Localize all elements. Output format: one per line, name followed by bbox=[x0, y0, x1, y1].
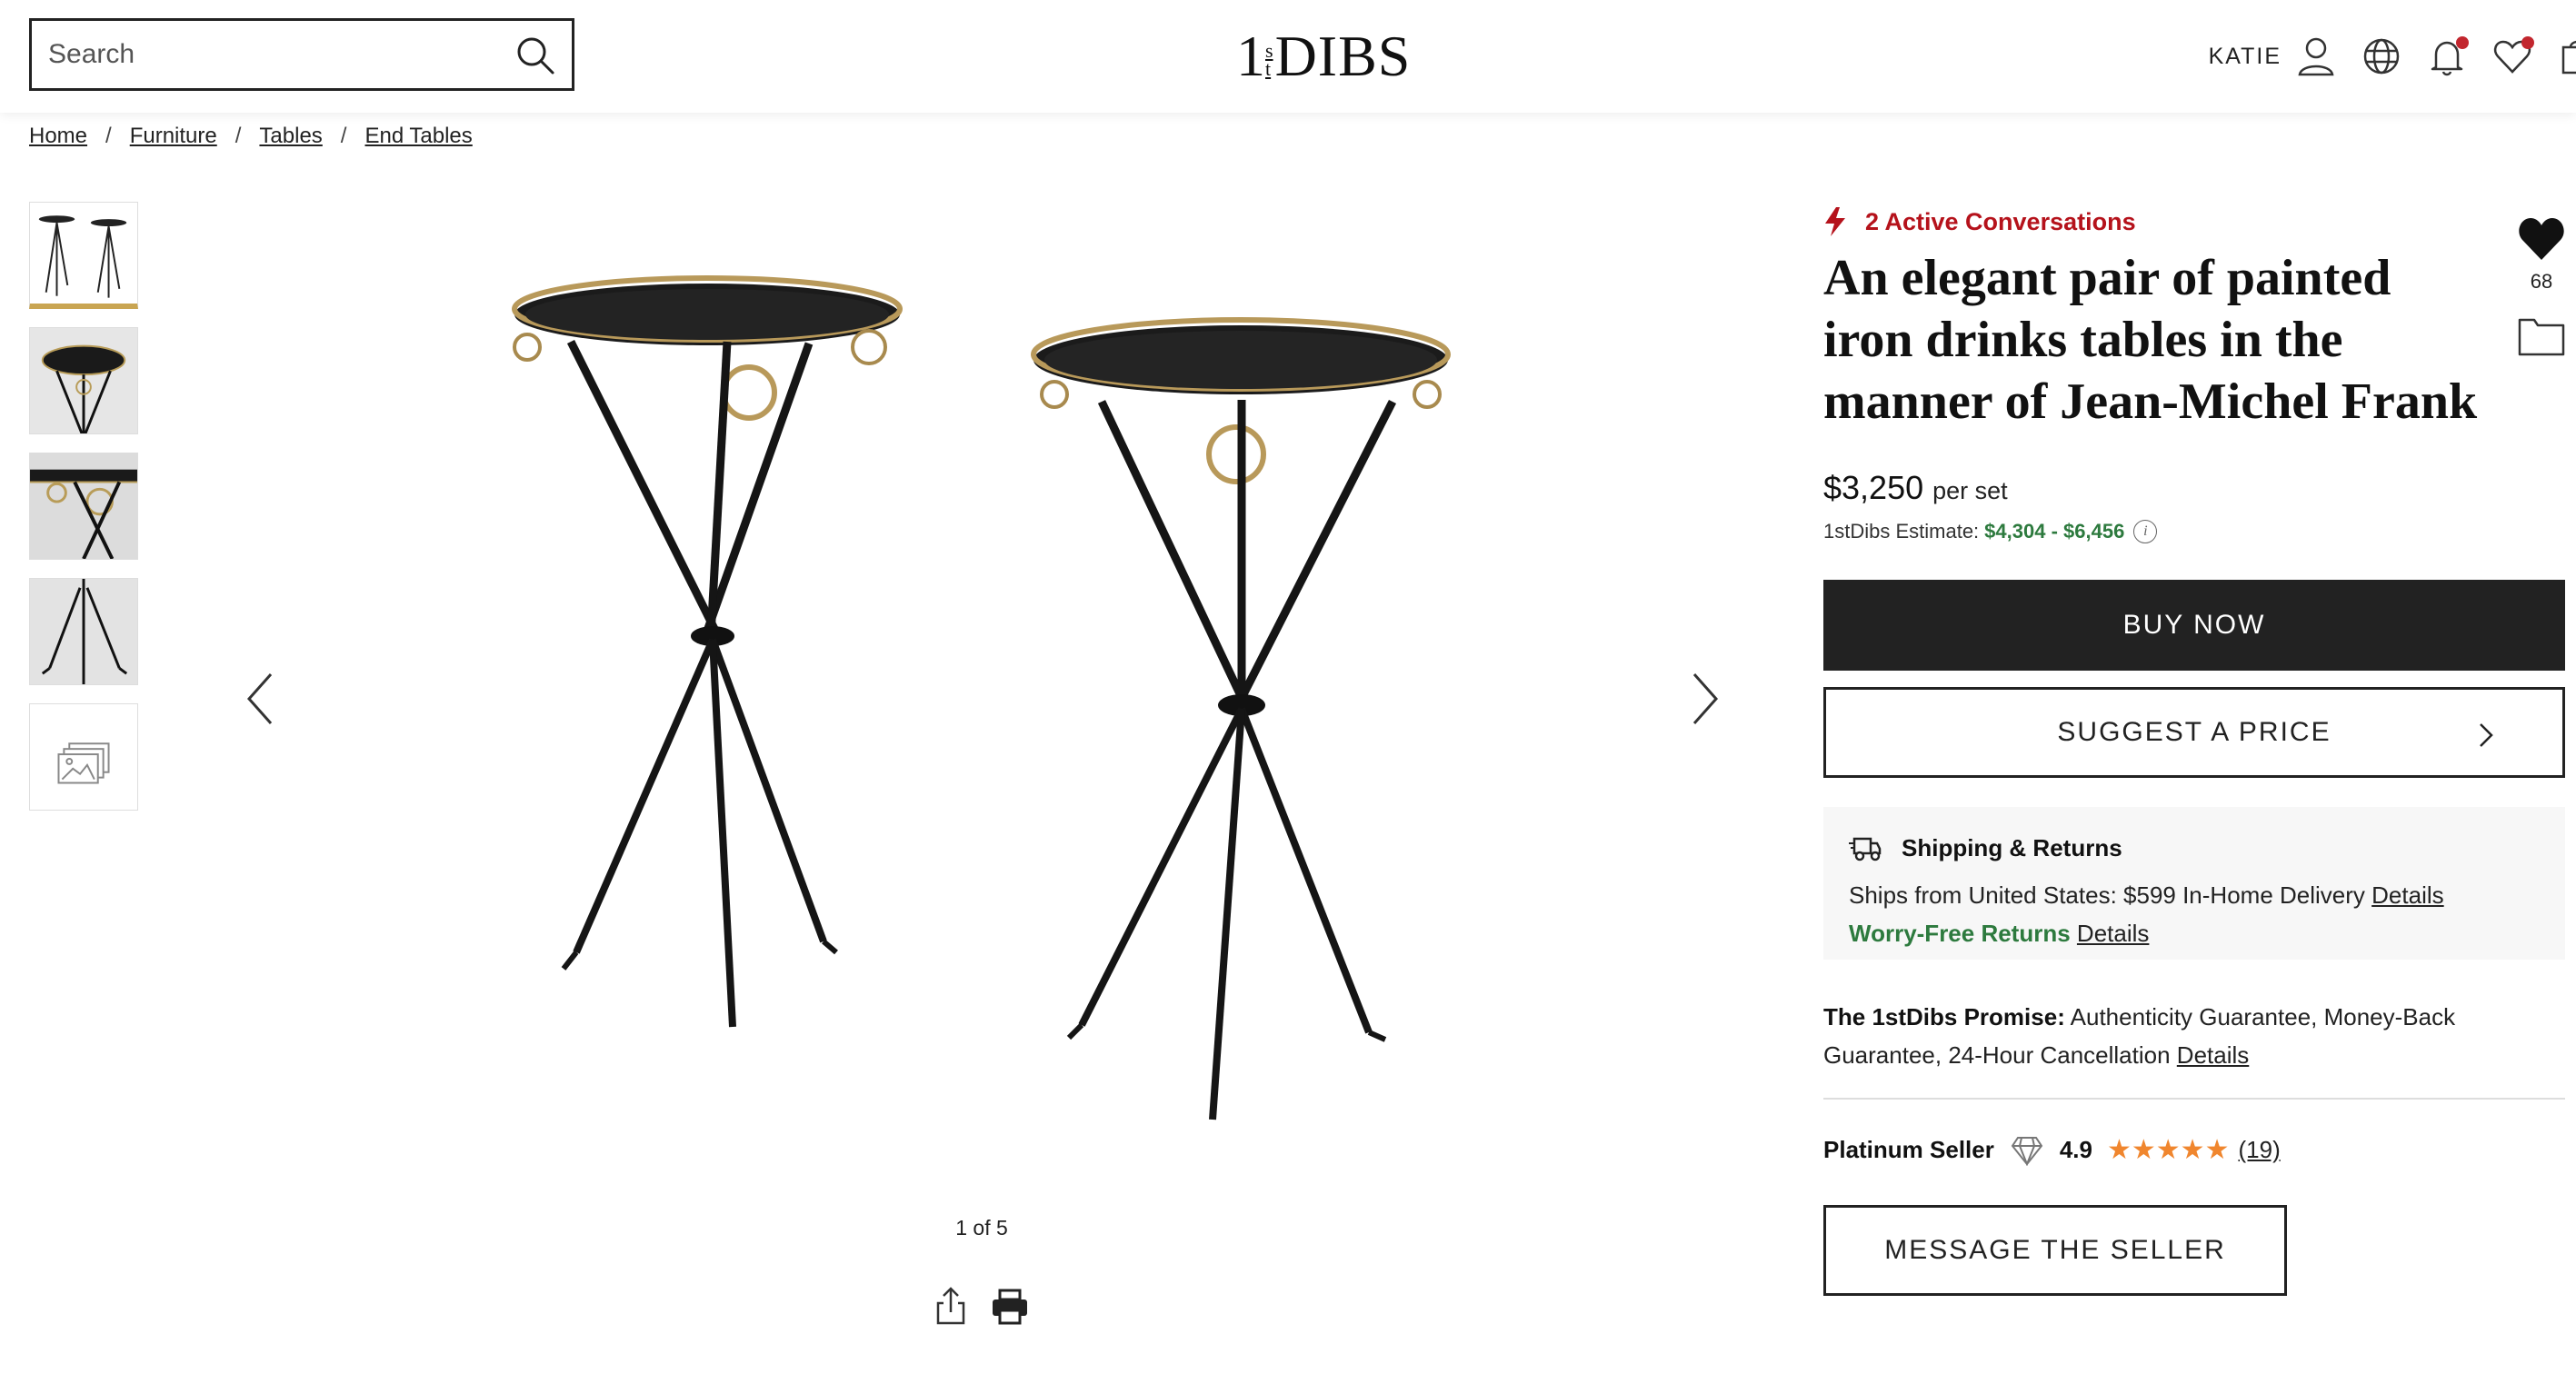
image-gallery-icon bbox=[57, 742, 110, 784]
promise-details-link[interactable]: Details bbox=[2177, 1041, 2249, 1069]
price-estimate: 1stDibs Estimate: $4,304 - $6,456 i bbox=[1823, 520, 2158, 543]
right-table-illustration bbox=[1031, 317, 1451, 1120]
reviews-link[interactable]: (19) bbox=[2238, 1136, 2280, 1164]
breadcrumb-separator: / bbox=[105, 124, 112, 148]
promise-label: The 1stDibs Promise: bbox=[1823, 1003, 2065, 1030]
breadcrumb-end-tables[interactable]: End Tables bbox=[364, 124, 472, 149]
favorites-dot bbox=[2521, 36, 2534, 49]
globe-icon[interactable] bbox=[2360, 35, 2403, 78]
diamond-icon bbox=[2011, 1136, 2043, 1166]
info-icon[interactable]: i bbox=[2133, 520, 2158, 543]
breadcrumb-separator: / bbox=[235, 124, 242, 148]
seller-tier: Platinum Seller bbox=[1823, 1136, 1994, 1163]
print-icon[interactable] bbox=[991, 1289, 1029, 1325]
user-icon[interactable] bbox=[2294, 35, 2338, 78]
returns-line: Worry-Free Returns Details bbox=[1849, 920, 2149, 948]
returns-details-link[interactable]: Details bbox=[2077, 920, 2149, 947]
bolt-icon bbox=[1825, 207, 1845, 236]
notification-dot bbox=[2456, 36, 2469, 49]
rating-stars: ★★★★★ bbox=[2107, 1134, 2231, 1166]
share-icon[interactable] bbox=[934, 1287, 967, 1325]
account-name[interactable]: KATIE bbox=[2209, 44, 2281, 70]
price: $3,250 bbox=[1823, 469, 1924, 506]
shipping-heading: Shipping & Returns bbox=[1849, 834, 2122, 862]
thumbnail-1[interactable] bbox=[29, 202, 138, 309]
price-row: $3,250 per set bbox=[1823, 469, 2008, 507]
product-title: An elegant pair of painted iron drinks t… bbox=[1823, 250, 2478, 430]
active-conversations: 2 Active Conversations bbox=[1823, 207, 2136, 236]
thumbnail-2[interactable] bbox=[29, 327, 138, 434]
shipping-details-link[interactable]: Details bbox=[2371, 881, 2443, 909]
bell-icon[interactable] bbox=[2425, 35, 2469, 78]
search-box[interactable] bbox=[29, 18, 574, 91]
promise-text: The 1stDibs Promise: Authenticity Guaran… bbox=[1823, 998, 2532, 1074]
favorites-count: 68 bbox=[2530, 270, 2553, 293]
chevron-left-icon[interactable] bbox=[242, 667, 278, 731]
favorite-button[interactable]: 68 bbox=[2516, 216, 2567, 294]
chevron-right-icon bbox=[2480, 723, 2493, 747]
price-unit: per set bbox=[1932, 477, 2008, 504]
heart-icon[interactable] bbox=[2491, 35, 2534, 78]
chevron-right-icon[interactable] bbox=[1687, 667, 1723, 731]
seller-rating: 4.9 bbox=[2059, 1136, 2092, 1163]
truck-icon bbox=[1849, 837, 1882, 861]
seller-info: Platinum Seller 4.9 ★★★★★ (19) bbox=[1823, 1134, 2281, 1166]
header-actions: KATIE bbox=[2209, 27, 2576, 85]
stars-icon: ★★★★★ bbox=[2107, 1135, 2230, 1165]
thumbnail-3[interactable] bbox=[29, 453, 138, 560]
breadcrumb-tables[interactable]: Tables bbox=[259, 124, 322, 149]
breadcrumb-home[interactable]: Home bbox=[29, 124, 87, 149]
image-counter: 1 of 5 bbox=[955, 1216, 1008, 1240]
buy-now-button[interactable]: BUY NOW bbox=[1823, 580, 2565, 671]
breadcrumb-separator: / bbox=[340, 124, 347, 148]
message-seller-button[interactable]: MESSAGE THE SELLER bbox=[1823, 1205, 2287, 1296]
breadcrumb-furniture[interactable]: Furniture bbox=[130, 124, 217, 149]
folder-icon[interactable] bbox=[2518, 314, 2565, 356]
site-header: 1 st DIBS KATIE bbox=[0, 0, 2576, 113]
shipping-returns-box: Shipping & Returns Ships from United Sta… bbox=[1823, 807, 2565, 960]
site-logo[interactable]: 1 st DIBS bbox=[1236, 20, 1410, 85]
product-main-image[interactable] bbox=[454, 254, 1500, 1154]
suggest-price-button[interactable]: SUGGEST A PRICE bbox=[1823, 687, 2565, 778]
ships-from: Ships from United States: $599 In-Home D… bbox=[1849, 881, 2444, 909]
estimate-range: $4,304 - $6,456 bbox=[1984, 520, 2125, 543]
thumbnail-4[interactable] bbox=[29, 578, 138, 685]
search-icon[interactable] bbox=[515, 35, 555, 75]
heart-filled-icon bbox=[2519, 218, 2564, 260]
thumbnail-more[interactable] bbox=[29, 703, 138, 811]
search-input[interactable] bbox=[48, 39, 503, 70]
worry-free-returns: Worry-Free Returns bbox=[1849, 920, 2071, 947]
divider bbox=[1823, 1098, 2565, 1100]
left-table-illustration bbox=[512, 275, 903, 1028]
suggest-price-label: SUGGEST A PRICE bbox=[2057, 717, 2331, 747]
cart-icon[interactable] bbox=[2556, 35, 2576, 78]
estimate-label: 1stDibs Estimate: bbox=[1823, 520, 1980, 543]
breadcrumb: Home / Furniture / Tables / End Tables bbox=[29, 124, 473, 149]
